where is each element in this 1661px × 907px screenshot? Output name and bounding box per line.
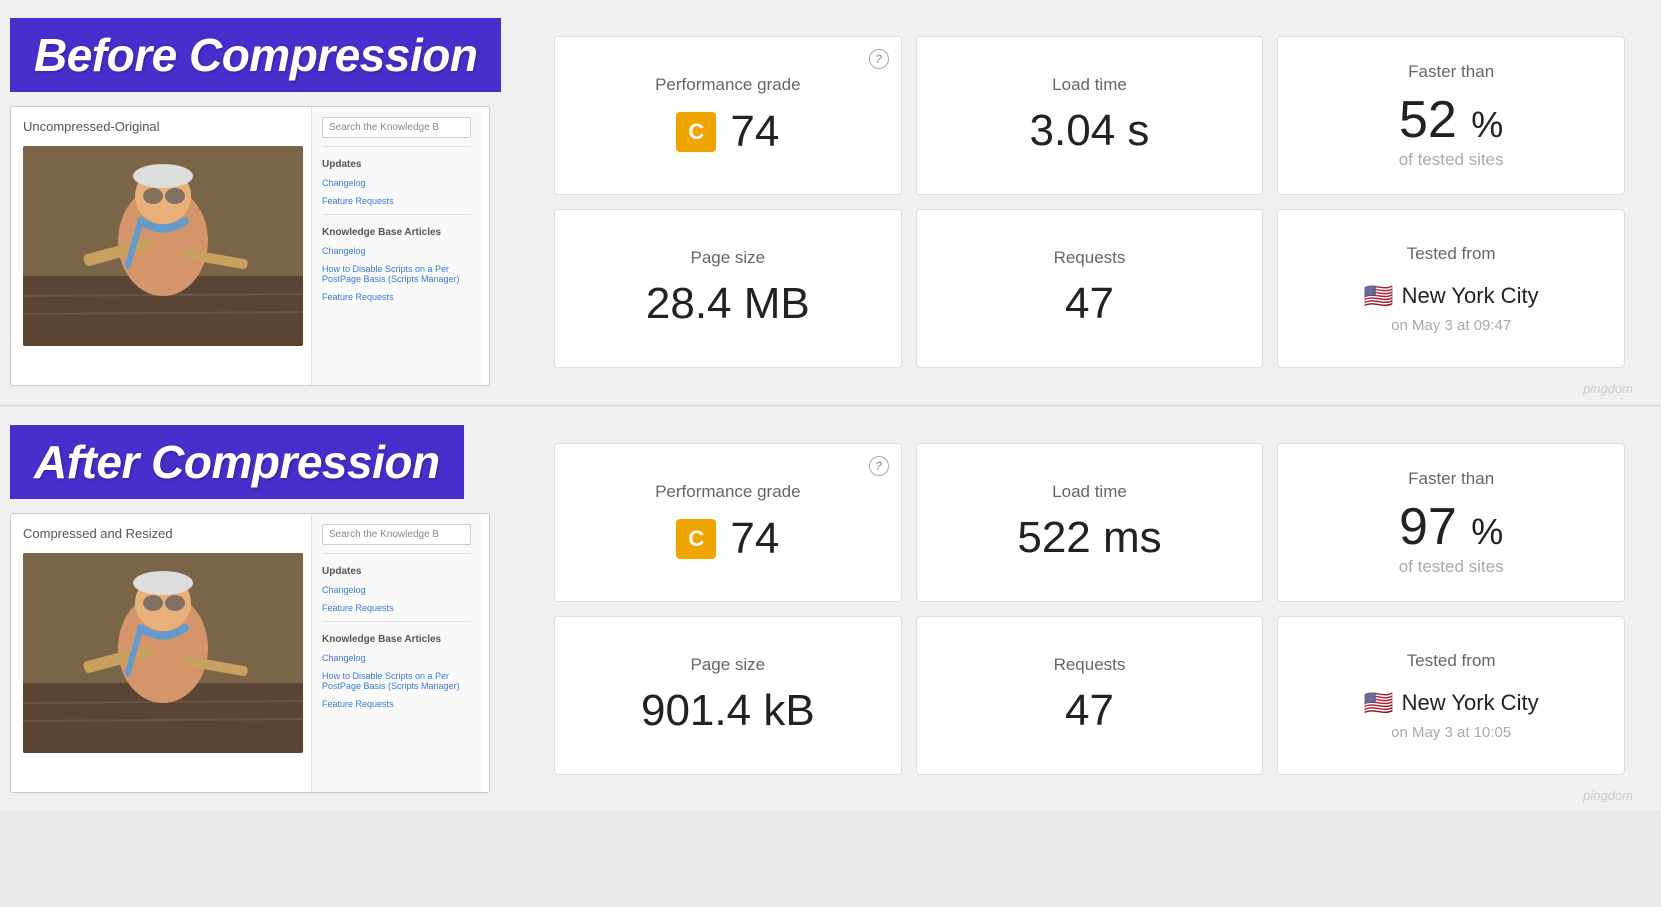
before-grade-wrapper: C 74 — [676, 107, 779, 157]
after-mockup-label: Compressed and Resized — [23, 526, 299, 541]
before-city-name: New York City — [1402, 283, 1539, 309]
after-screenshot-panel: After Compression Compressed and Resized — [0, 425, 540, 793]
before-search-box: Search the Knowledge B — [322, 117, 471, 138]
after-grade-wrapper: C 74 — [676, 514, 779, 564]
after-title: After Compression — [10, 425, 464, 499]
before-section: Before Compression Uncompressed-Original — [0, 0, 1661, 407]
after-grade-badge: C — [676, 519, 716, 559]
before-flag-icon: 🇺🇸 — [1364, 282, 1394, 311]
after-loadtime-label: Load time — [1052, 482, 1127, 502]
after-requests-value: 47 — [1065, 687, 1114, 735]
after-mockup-image — [23, 553, 303, 753]
after-pingdom-watermark: pingdom — [1583, 788, 1633, 803]
after-tested-date: on May 3 at 10:05 — [1391, 724, 1511, 741]
before-pagesize-card: Page size 28.4 MB — [554, 209, 902, 368]
before-mockup-right: Search the Knowledge B Updates Changelog… — [311, 107, 481, 385]
before-mockup-image — [23, 146, 303, 346]
after-metrics-grid: ? Performance grade C 74 Load time 522 m… — [540, 425, 1643, 793]
before-grade-number: 74 — [730, 107, 779, 157]
before-faster-sub: of tested sites — [1399, 150, 1504, 170]
before-kb-title: Knowledge Base Articles — [322, 227, 471, 238]
before-pingdom-watermark: pingdom — [1583, 381, 1633, 396]
after-pagesize-value: 901.4 kB — [641, 687, 815, 735]
after-city-name: New York City — [1402, 690, 1539, 716]
before-tested-date: on May 3 at 09:47 — [1391, 317, 1511, 334]
after-loadtime-card: Load time 522 ms — [916, 443, 1264, 602]
after-section: After Compression Compressed and Resized — [0, 407, 1661, 811]
after-kb-title: Knowledge Base Articles — [322, 634, 471, 645]
after-kb-link1: Changelog — [322, 653, 471, 663]
after-mockup-right: Search the Knowledge B Updates Changelog… — [311, 514, 481, 792]
before-loadtime-label: Load time — [1052, 75, 1127, 95]
after-link-changelog: Changelog — [322, 585, 471, 595]
before-kb-link3: Feature Requests — [322, 292, 471, 302]
before-pagesize-value: 28.4 MB — [646, 280, 810, 328]
before-screenshot-panel: Before Compression Uncompressed-Original — [0, 18, 540, 386]
before-divider-2 — [322, 214, 471, 215]
before-metrics-grid: ? Performance grade C 74 Load time 3.04 … — [540, 18, 1643, 386]
before-requests-label: Requests — [1054, 248, 1126, 268]
after-divider-1 — [322, 553, 471, 554]
before-faster-card: Faster than 52 % of tested sites — [1277, 36, 1625, 195]
before-mockup: Uncompressed-Original — [10, 106, 490, 386]
after-divider-2 — [322, 621, 471, 622]
before-kb-link1: Changelog — [322, 246, 471, 256]
after-faster-percent: 97 % — [1399, 501, 1503, 553]
before-help-icon[interactable]: ? — [869, 49, 889, 69]
after-flag-icon: 🇺🇸 — [1364, 689, 1394, 718]
before-requests-card: Requests 47 — [916, 209, 1264, 368]
after-testedfrom-label: Tested from — [1407, 651, 1496, 671]
after-faster-sub: of tested sites — [1399, 557, 1504, 577]
after-faster-label: Faster than — [1408, 469, 1494, 489]
after-performance-label: Performance grade — [655, 482, 801, 502]
after-pagesize-card: Page size 901.4 kB — [554, 616, 902, 775]
before-performance-card: ? Performance grade C 74 — [554, 36, 902, 195]
after-faster-card: Faster than 97 % of tested sites — [1277, 443, 1625, 602]
before-faster-percent: 52 % — [1399, 94, 1503, 146]
before-pagesize-label: Page size — [690, 248, 765, 268]
before-testedfrom-card: Tested from 🇺🇸 New York City on May 3 at… — [1277, 209, 1625, 368]
before-kb-link2: How to Disable Scripts on a Per PostPage… — [322, 264, 471, 284]
before-link-changelog: Changelog — [322, 178, 471, 188]
before-mockup-label: Uncompressed-Original — [23, 119, 299, 134]
before-faster-label: Faster than — [1408, 62, 1494, 82]
after-kb-link2: How to Disable Scripts on a Per PostPage… — [322, 671, 471, 691]
after-requests-label: Requests — [1054, 655, 1126, 675]
after-help-icon[interactable]: ? — [869, 456, 889, 476]
before-updates-title: Updates — [322, 159, 471, 170]
before-mockup-left: Uncompressed-Original — [11, 107, 311, 385]
after-requests-card: Requests 47 — [916, 616, 1264, 775]
after-mockup-left: Compressed and Resized — [11, 514, 311, 792]
after-updates-title: Updates — [322, 566, 471, 577]
before-title: Before Compression — [10, 18, 501, 92]
after-tested-from-wrapper: Tested from 🇺🇸 New York City on May 3 at… — [1364, 651, 1539, 741]
before-link-feature: Feature Requests — [322, 196, 471, 206]
before-tested-from-wrapper: Tested from 🇺🇸 New York City on May 3 at… — [1364, 244, 1539, 334]
after-percent-sign: % — [1471, 511, 1503, 552]
before-percent-sign: % — [1471, 104, 1503, 145]
after-loadtime-value: 522 ms — [1017, 514, 1161, 562]
after-link-feature: Feature Requests — [322, 603, 471, 613]
after-mockup: Compressed and Resized — [10, 513, 490, 793]
after-search-box: Search the Knowledge B — [322, 524, 471, 545]
before-divider-1 — [322, 146, 471, 147]
before-loadtime-value: 3.04 s — [1030, 107, 1150, 155]
after-flag-city: 🇺🇸 New York City — [1364, 689, 1539, 718]
after-pagesize-label: Page size — [690, 655, 765, 675]
before-requests-value: 47 — [1065, 280, 1114, 328]
after-kb-link3: Feature Requests — [322, 699, 471, 709]
after-performance-card: ? Performance grade C 74 — [554, 443, 902, 602]
after-grade-number: 74 — [730, 514, 779, 564]
before-loadtime-card: Load time 3.04 s — [916, 36, 1264, 195]
before-flag-city: 🇺🇸 New York City — [1364, 282, 1539, 311]
after-testedfrom-card: Tested from 🇺🇸 New York City on May 3 at… — [1277, 616, 1625, 775]
before-grade-badge: C — [676, 112, 716, 152]
before-testedfrom-label: Tested from — [1407, 244, 1496, 264]
before-performance-label: Performance grade — [655, 75, 801, 95]
